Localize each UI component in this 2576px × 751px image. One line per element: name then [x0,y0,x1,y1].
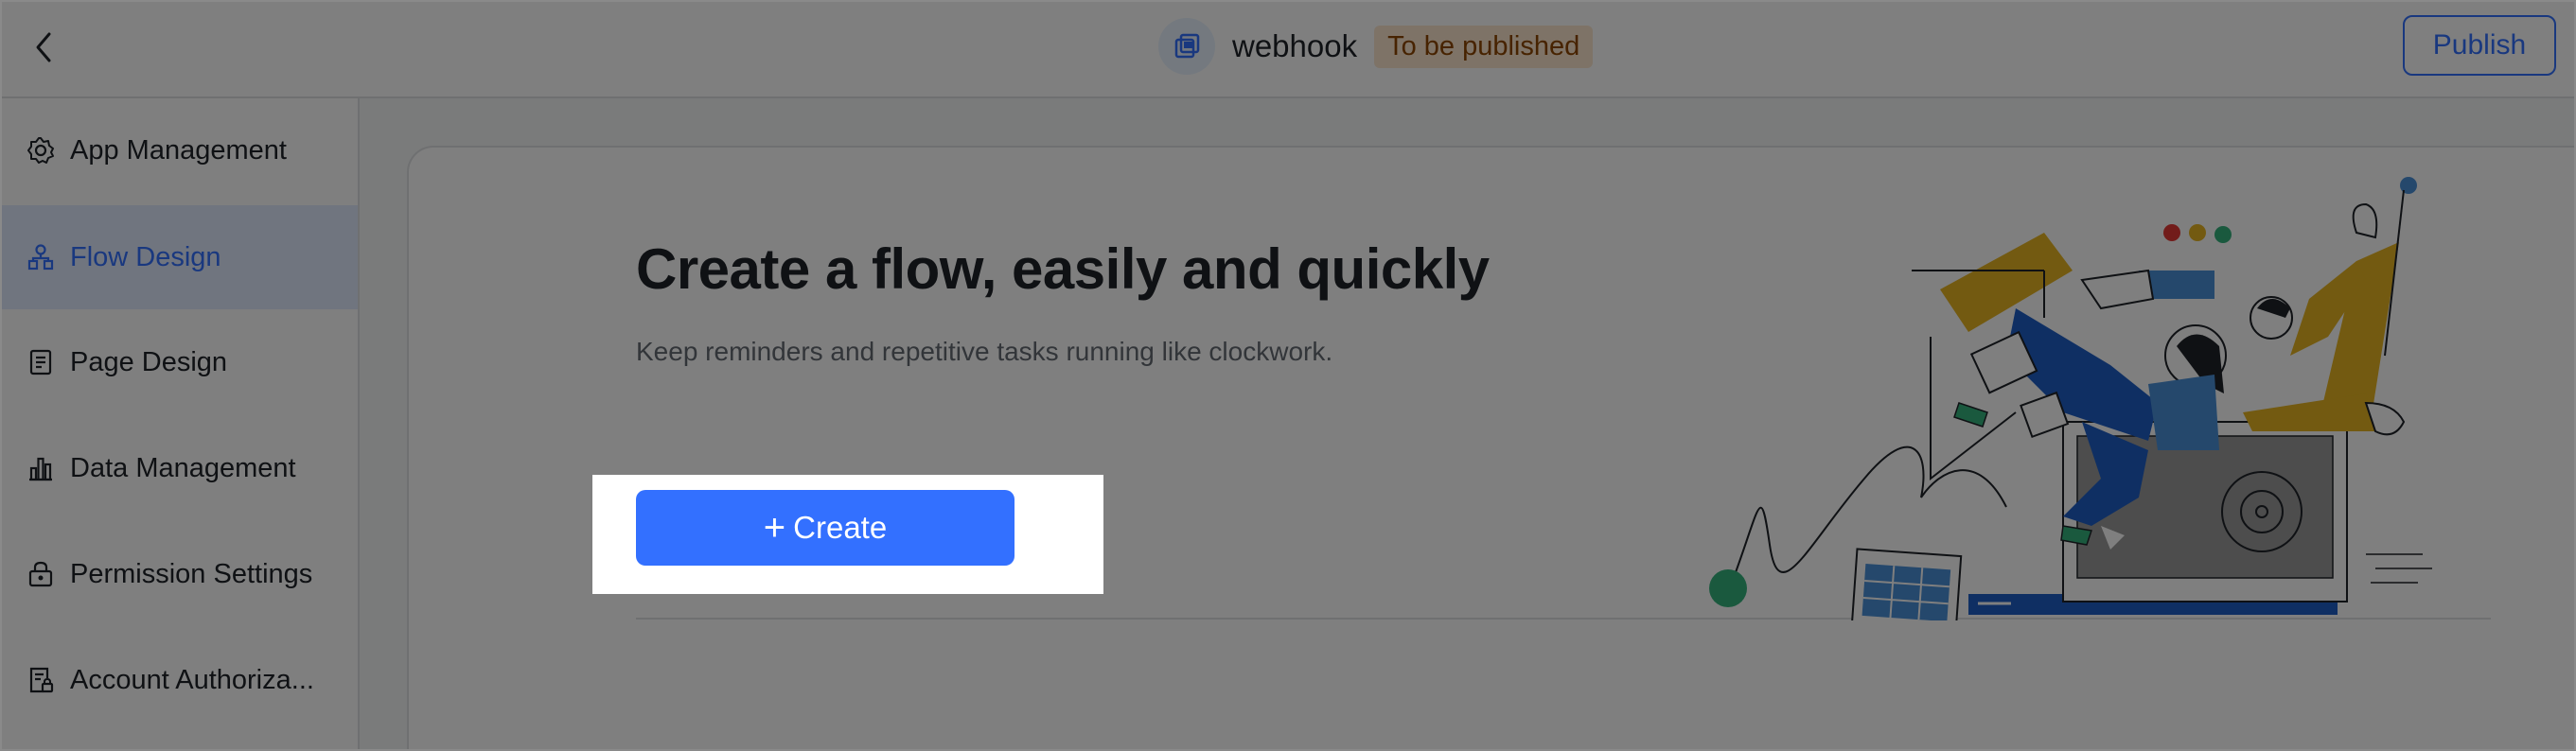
create-button[interactable]: + Create [636,490,1015,566]
dim-overlay-right [1103,475,2576,594]
dim-overlay-bottom [0,594,2576,751]
dim-overlay-left [0,475,592,594]
create-button-label: Create [793,510,888,545]
plus-icon: + [763,507,786,549]
app-window: webhook To be published Publish App Mana… [0,0,2576,751]
dim-overlay-top [0,0,2576,475]
